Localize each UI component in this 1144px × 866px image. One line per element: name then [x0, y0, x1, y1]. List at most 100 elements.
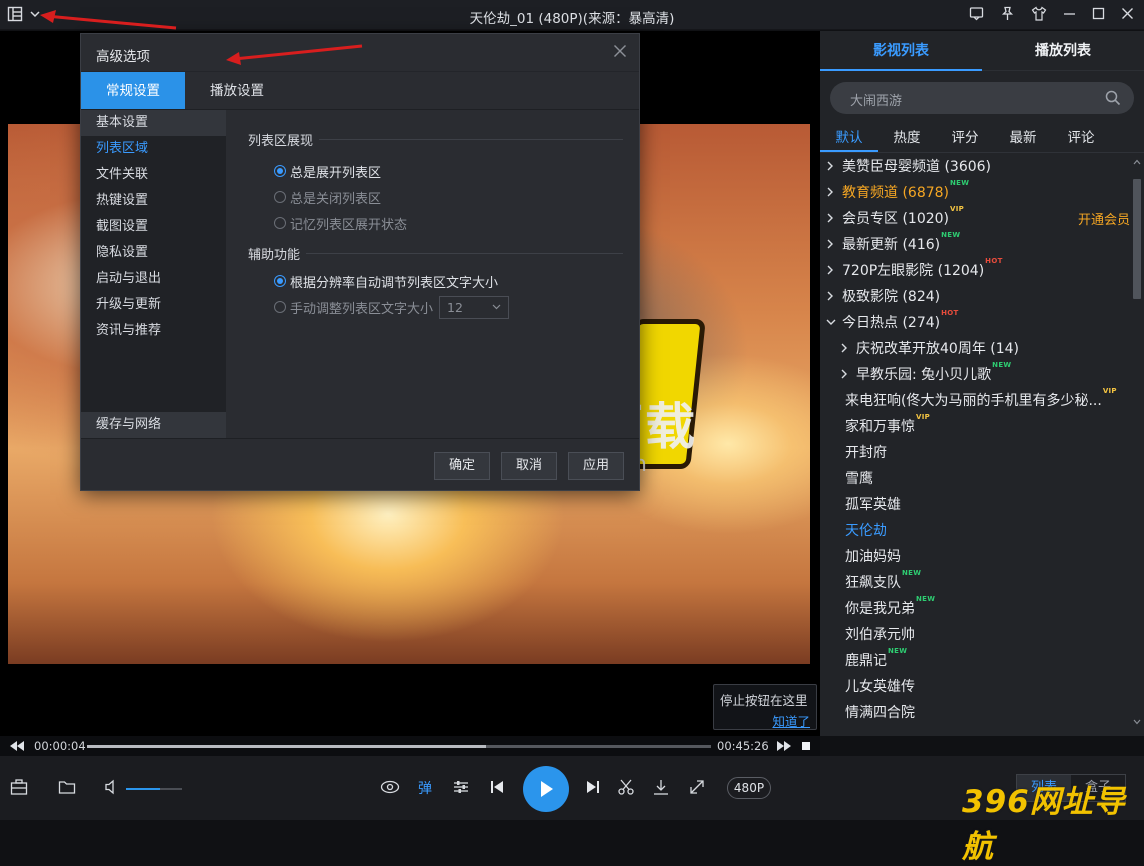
- cancel-button[interactable]: 取消: [501, 452, 557, 480]
- chevron-right-icon[interactable]: [826, 265, 836, 275]
- radio-always-close[interactable]: 总是关闭列表区: [248, 184, 639, 210]
- font-size-select[interactable]: 12: [439, 295, 510, 319]
- chevron-right-icon[interactable]: [826, 161, 836, 171]
- list-item[interactable]: 儿女英雄传: [820, 673, 1130, 699]
- list-item[interactable]: 刘伯承元帅: [820, 621, 1130, 647]
- volume-slider[interactable]: [126, 788, 182, 790]
- progress-bar[interactable]: [87, 745, 711, 748]
- search-icon[interactable]: [1105, 90, 1121, 106]
- radio-manual-font-size[interactable]: 手动调整列表区文字大小 12: [248, 294, 639, 320]
- scroll-up-icon[interactable]: [1133, 159, 1141, 165]
- chevron-right-icon[interactable]: [826, 291, 836, 301]
- list-item[interactable]: 鹿鼎记 NEW: [820, 647, 1130, 673]
- list-item[interactable]: 雪鹰: [820, 465, 1130, 491]
- sort-comments[interactable]: 评论: [1052, 125, 1110, 152]
- toolbox-icon[interactable]: [10, 778, 28, 796]
- scrollbar-thumb[interactable]: [1133, 179, 1141, 299]
- sidebar-item-screenshot[interactable]: 截图设置: [81, 214, 226, 240]
- search-input[interactable]: 大闹西游: [830, 82, 1134, 114]
- maximize-icon[interactable]: [1092, 7, 1105, 20]
- fast-forward-icon[interactable]: [777, 741, 791, 751]
- radio-always-expand[interactable]: 总是展开列表区: [248, 158, 639, 184]
- stop-icon[interactable]: [801, 741, 811, 751]
- sidebar-item-update[interactable]: 升级与更新: [81, 292, 226, 318]
- chevron-right-icon[interactable]: [840, 343, 850, 353]
- equalizer-icon[interactable]: [452, 778, 470, 796]
- tab-playback-settings[interactable]: 播放设置: [185, 72, 289, 109]
- volume-icon[interactable]: [104, 778, 120, 796]
- list-item[interactable]: 来电狂响(佟大为马丽的手机里有多少秘... VIP: [820, 387, 1130, 413]
- sidebar-item-cache-network[interactable]: 缓存与网络: [81, 412, 226, 438]
- resolution-badge[interactable]: 480P: [727, 777, 771, 799]
- list-scrollbar[interactable]: [1132, 155, 1142, 731]
- sort-newest[interactable]: 最新: [994, 125, 1052, 152]
- category-item[interactable]: 早教乐园: 兔小贝儿歌 NEW: [820, 361, 1130, 387]
- tab-general-settings[interactable]: 常规设置: [81, 72, 185, 109]
- chevron-right-icon[interactable]: [840, 369, 850, 379]
- new-badge: NEW: [992, 361, 1012, 369]
- category-item[interactable]: 今日热点 (274) HOT: [820, 309, 1130, 335]
- radio-remember-state[interactable]: 记忆列表区展开状态: [248, 210, 639, 236]
- chevron-right-icon[interactable]: [826, 239, 836, 249]
- ok-button[interactable]: 确定: [434, 452, 490, 480]
- category-item[interactable]: 720P左眼影院 (1204) HOT: [820, 257, 1130, 283]
- category-item[interactable]: 会员专区 (1020) VIP 开通会员: [820, 205, 1130, 231]
- volume-fill: [126, 788, 160, 790]
- list-item[interactable]: 情满四合院: [820, 699, 1130, 725]
- sidebar-item-file-association[interactable]: 文件关联: [81, 162, 226, 188]
- sidebar-item-privacy[interactable]: 隐私设置: [81, 240, 226, 266]
- scroll-down-icon[interactable]: [1133, 719, 1141, 725]
- radio-dot[interactable]: [274, 165, 286, 177]
- list-item[interactable]: 加油妈妈: [820, 543, 1130, 569]
- sidebar-item-hotkeys[interactable]: 热键设置: [81, 188, 226, 214]
- chevron-right-icon[interactable]: [826, 213, 836, 223]
- next-icon[interactable]: [585, 778, 601, 796]
- radio-dot[interactable]: [274, 217, 286, 229]
- hint-dismiss-link[interactable]: 知道了: [720, 711, 810, 730]
- dialog-close-icon[interactable]: [613, 44, 627, 58]
- category-item[interactable]: 极致影院 (824): [820, 283, 1130, 309]
- danmu-toggle[interactable]: 弹: [418, 778, 432, 798]
- download-icon[interactable]: [652, 778, 670, 796]
- cut-icon[interactable]: [617, 778, 635, 796]
- sidebar-item-list-area[interactable]: 列表区域: [81, 136, 226, 162]
- chevron-down-icon[interactable]: [826, 318, 836, 326]
- list-item[interactable]: 开封府: [820, 439, 1130, 465]
- sidebar-item-startup-exit[interactable]: 启动与退出: [81, 266, 226, 292]
- sort-default[interactable]: 默认: [820, 125, 878, 152]
- list-item[interactable]: 你是我兄弟 NEW: [820, 595, 1130, 621]
- radio-dot[interactable]: [274, 191, 286, 203]
- radio-dot[interactable]: [274, 301, 286, 313]
- list-item[interactable]: 家和万事惊 VIP: [820, 413, 1130, 439]
- apply-button[interactable]: 应用: [568, 452, 624, 480]
- sort-popularity[interactable]: 热度: [878, 125, 936, 152]
- skin-icon[interactable]: [1031, 6, 1047, 21]
- tab-video-library[interactable]: 影视列表: [820, 31, 982, 71]
- sidebar-item-basic[interactable]: 基本设置: [81, 110, 226, 136]
- list-item[interactable]: 孤军英雄: [820, 491, 1130, 517]
- radio-auto-font-size[interactable]: 根据分辨率自动调节列表区文字大小: [248, 268, 639, 294]
- category-item[interactable]: 教育频道 (6878) NEW: [820, 179, 1130, 205]
- tab-playlist[interactable]: 播放列表: [982, 31, 1144, 70]
- list-item[interactable]: 狂飙支队 NEW: [820, 569, 1130, 595]
- fullscreen-icon[interactable]: [688, 778, 706, 796]
- category-item[interactable]: 庆祝改革开放40周年 (14): [820, 335, 1130, 361]
- close-icon[interactable]: [1121, 7, 1134, 20]
- progress-row: 00:00:04 00:45:26: [0, 736, 820, 756]
- category-item[interactable]: 最新更新 (416) NEW: [820, 231, 1130, 257]
- previous-icon[interactable]: [489, 778, 505, 796]
- chevron-right-icon[interactable]: [826, 187, 836, 197]
- sort-rating[interactable]: 评分: [936, 125, 994, 152]
- radio-dot[interactable]: [274, 275, 286, 287]
- play-button[interactable]: [523, 766, 569, 812]
- open-folder-icon[interactable]: [58, 778, 76, 796]
- sidebar-item-news[interactable]: 资讯与推荐: [81, 318, 226, 344]
- list-item[interactable]: 天伦劫: [820, 517, 1130, 543]
- message-icon[interactable]: [969, 6, 984, 21]
- eye-protect-icon[interactable]: [380, 778, 400, 796]
- minimize-icon[interactable]: [1063, 7, 1076, 20]
- rewind-icon[interactable]: [10, 741, 24, 751]
- category-item[interactable]: 美赞臣母婴频道 (3606): [820, 153, 1130, 179]
- pin-icon[interactable]: [1000, 6, 1015, 21]
- vip-open-link[interactable]: 开通会员: [1078, 209, 1130, 228]
